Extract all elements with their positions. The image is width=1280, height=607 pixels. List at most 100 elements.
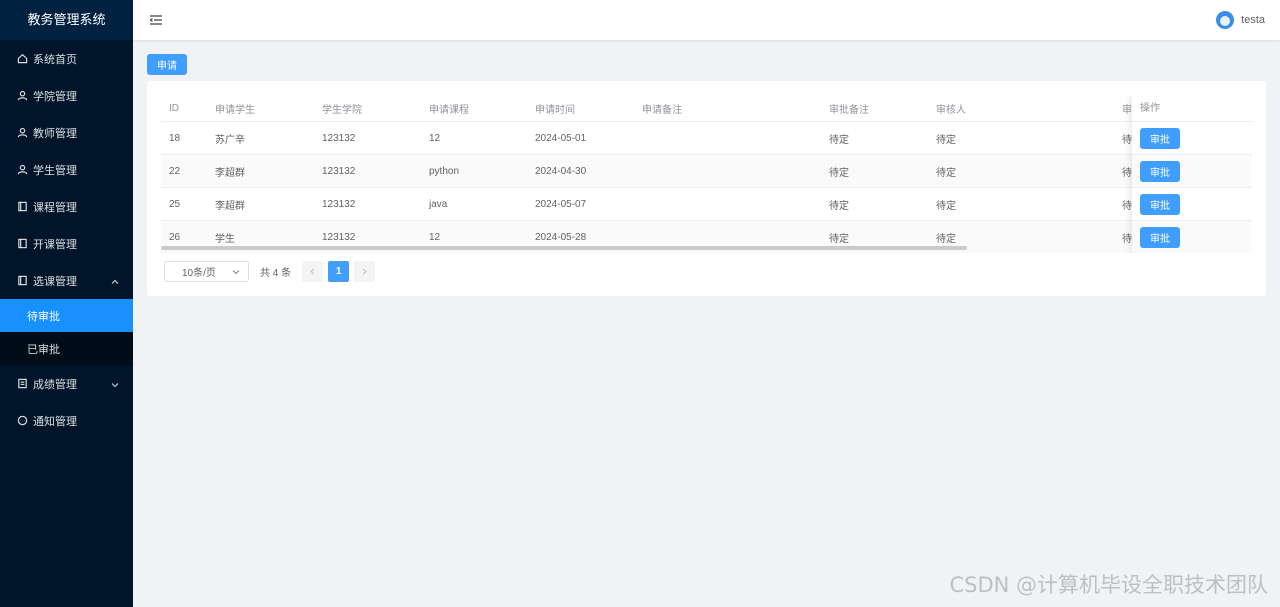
prev-page-button[interactable] xyxy=(302,261,324,282)
cell-college: 123132 xyxy=(322,231,356,243)
menu-fold-icon[interactable] xyxy=(149,13,163,27)
action-cell: 审批 xyxy=(1132,188,1252,221)
column-header-status: 审 xyxy=(1122,104,1132,116)
approve-button[interactable]: 审批 xyxy=(1140,193,1180,215)
app-title: 教务管理系统 xyxy=(0,0,133,40)
cell-audit-note: 待定 xyxy=(829,134,849,146)
cell-time: 2024-05-28 xyxy=(535,231,587,243)
chevron-up-icon xyxy=(111,277,119,285)
chevron-down-icon xyxy=(232,268,240,276)
table-header: ID 申请学生 学生学院 申请课程 申请时间 申请备注 审批备注 审核人 审 xyxy=(161,95,1252,122)
next-page-button[interactable] xyxy=(354,261,376,282)
horizontal-scrollbar[interactable] xyxy=(161,246,967,250)
cell-id: 25 xyxy=(169,198,181,210)
action-cell: 审批 xyxy=(1132,155,1252,188)
cell-auditor: 待定 xyxy=(936,200,956,212)
home-icon xyxy=(16,53,28,65)
page-number-current[interactable]: 1 xyxy=(328,261,350,282)
sidebar-item-grades[interactable]: 成绩管理 xyxy=(0,365,133,402)
cell-time: 2024-05-07 xyxy=(535,198,587,210)
sidebar: 教务管理系统 系统首页 学院管理 教师管理 学生管理 课程管理 开课管理 选课管… xyxy=(0,0,133,607)
sidebar-item-student[interactable]: 学生管理 xyxy=(0,151,133,188)
cell-time: 2024-04-30 xyxy=(535,165,587,177)
sidebar-item-open-course[interactable]: 开课管理 xyxy=(0,225,133,262)
column-header-auditor: 审核人 xyxy=(936,104,966,116)
action-column: 操作 审批 审批 审批 审批 xyxy=(1132,95,1252,253)
user-menu[interactable]: testa xyxy=(1216,11,1265,29)
approve-button[interactable]: 审批 xyxy=(1140,160,1180,182)
cell-college: 123132 xyxy=(322,132,356,144)
cell-college: 123132 xyxy=(322,198,356,210)
chat-icon xyxy=(16,415,28,427)
sidebar-item-home[interactable]: 系统首页 xyxy=(0,40,133,77)
approve-button[interactable]: 审批 xyxy=(1140,226,1180,248)
sidebar-item-teacher[interactable]: 教师管理 xyxy=(0,114,133,151)
cell-id: 22 xyxy=(169,165,181,177)
sidebar-item-course[interactable]: 课程管理 xyxy=(0,188,133,225)
sidebar-item-label: 选课管理 xyxy=(33,275,77,288)
cell-status: 待 xyxy=(1122,167,1132,179)
cell-audit-note: 待定 xyxy=(829,200,849,212)
cell-auditor: 待定 xyxy=(936,167,956,179)
sidebar-item-label: 通知管理 xyxy=(33,415,77,428)
user-icon xyxy=(16,127,28,139)
sidebar-item-label: 成绩管理 xyxy=(33,378,77,391)
cell-audit-note: 待定 xyxy=(829,233,849,245)
total-count: 共 4 条 xyxy=(260,268,292,279)
chevron-left-icon xyxy=(310,268,315,275)
sidebar-item-college[interactable]: 学院管理 xyxy=(0,77,133,114)
approve-button[interactable]: 审批 xyxy=(1140,127,1180,149)
avatar xyxy=(1216,11,1235,29)
sidebar-item-notice[interactable]: 通知管理 xyxy=(0,402,133,439)
data-table: ID 申请学生 学生学院 申请课程 申请时间 申请备注 审批备注 审核人 审 1… xyxy=(161,95,1252,253)
chevron-down-icon xyxy=(111,380,119,388)
cell-time: 2024-05-01 xyxy=(535,132,587,144)
apply-button[interactable]: 申请 xyxy=(147,54,187,75)
cell-auditor: 待定 xyxy=(936,233,956,245)
sidebar-item-label: 系统首页 xyxy=(33,53,77,66)
book-icon xyxy=(16,238,28,250)
cell-id: 26 xyxy=(169,231,181,243)
column-header-time: 申请时间 xyxy=(535,104,575,116)
user-icon xyxy=(16,90,28,102)
cell-student: 苏广辛 xyxy=(215,134,245,146)
column-header-note: 申请备注 xyxy=(642,104,682,116)
sidebar-item-label: 学院管理 xyxy=(33,90,77,103)
table-row: 22 李超群 123132 python 2024-04-30 待定 待定 待 xyxy=(161,155,1252,188)
sidebar-item-label: 开课管理 xyxy=(33,238,77,251)
column-header-college: 学生学院 xyxy=(322,104,362,116)
sidebar-subitem-pending[interactable]: 待审批 xyxy=(0,299,133,332)
submenu: 待审批 已审批 xyxy=(0,299,133,365)
cell-course: 12 xyxy=(429,231,441,243)
cell-status: 待 xyxy=(1122,200,1132,212)
page-size-select[interactable]: 10条/页 xyxy=(164,261,249,282)
document-icon xyxy=(16,378,28,390)
sidebar-item-label: 学生管理 xyxy=(33,164,77,177)
column-header-action: 操作 xyxy=(1132,95,1252,122)
table-row: 18 苏广辛 123132 12 2024-05-01 待定 待定 待 xyxy=(161,122,1252,155)
cell-student: 李超群 xyxy=(215,167,245,179)
book-icon xyxy=(16,275,28,287)
action-cell: 审批 xyxy=(1132,221,1252,253)
sidebar-subitem-approved[interactable]: 已审批 xyxy=(0,332,133,365)
cell-course: 12 xyxy=(429,132,441,144)
sidebar-item-course-selection[interactable]: 选课管理 xyxy=(0,262,133,299)
cell-student: 学生 xyxy=(215,233,235,245)
sidebar-item-label: 课程管理 xyxy=(33,201,77,214)
table-row: 25 李超群 123132 java 2024-05-07 待定 待定 待 xyxy=(161,188,1252,221)
watermark: CSDN @计算机毕设全职技术团队 xyxy=(949,573,1268,597)
cell-audit-note: 待定 xyxy=(829,167,849,179)
page-size-value: 10条/页 xyxy=(182,268,216,279)
cell-student: 李超群 xyxy=(215,200,245,212)
user-icon xyxy=(16,164,28,176)
column-header-id: ID xyxy=(169,102,179,114)
top-header: testa xyxy=(133,0,1280,40)
column-header-student: 申请学生 xyxy=(215,104,255,116)
cell-status: 待 xyxy=(1122,233,1132,245)
cell-id: 18 xyxy=(169,132,181,144)
cell-auditor: 待定 xyxy=(936,134,956,146)
table-card: ID 申请学生 学生学院 申请课程 申请时间 申请备注 审批备注 审核人 审 1… xyxy=(147,81,1266,296)
cell-status: 待 xyxy=(1122,134,1132,146)
cell-college: 123132 xyxy=(322,165,356,177)
pagination: 10条/页 共 4 条 1 xyxy=(164,261,376,282)
